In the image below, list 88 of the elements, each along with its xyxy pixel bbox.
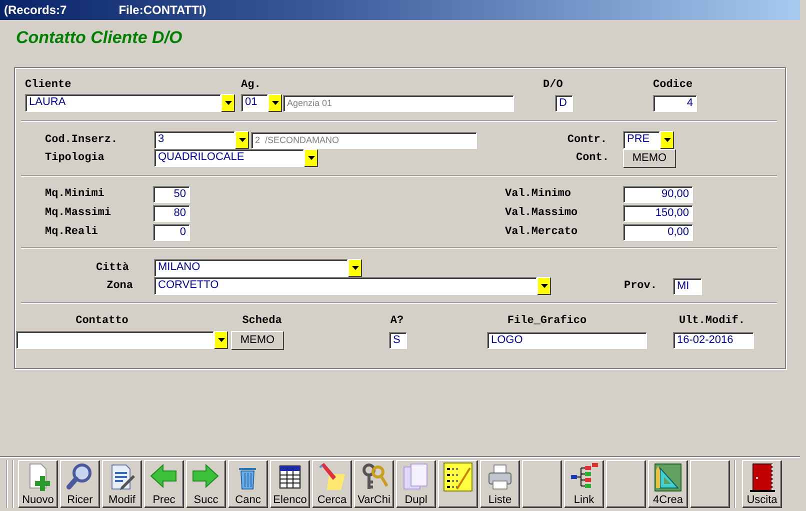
description-field: 2 /SECONDAMANO <box>251 132 477 148</box>
combo-field[interactable]: LAURA <box>25 94 221 112</box>
field-label: Mq.Reali <box>45 225 99 239</box>
caret-icon <box>224 101 232 105</box>
input-field[interactable]: 4 <box>653 94 697 112</box>
dropdown-button[interactable] <box>214 331 228 349</box>
caret-icon <box>352 266 358 270</box>
toolbar-button[interactable]: Elenco <box>270 460 310 508</box>
field-label: Ult.Modif. <box>678 314 746 328</box>
window-title: (Records:7 <box>4 2 67 19</box>
input-field[interactable]: MI <box>673 278 702 294</box>
combo-field[interactable]: PRE <box>623 131 660 149</box>
dropdown-button[interactable] <box>537 277 551 295</box>
input-field[interactable]: 80 <box>153 204 190 222</box>
field-label: Prov. <box>622 279 657 293</box>
combo-field[interactable]: QUADRILOCALE <box>154 149 304 167</box>
caret-icon <box>540 284 548 288</box>
caret-icon <box>218 338 224 342</box>
field-label: Codice <box>653 78 694 92</box>
door-icon <box>747 462 777 492</box>
dropdown-button[interactable] <box>660 131 674 149</box>
toolbar-button[interactable]: Modif <box>102 460 142 508</box>
field-label: Ag. <box>241 78 262 92</box>
dropdown-button[interactable] <box>304 149 318 167</box>
window-title: File:CONTATTI) <box>118 2 206 19</box>
combo-field[interactable]: 01 <box>241 94 268 112</box>
field-label: D/O <box>543 78 564 92</box>
field-label: Cliente <box>25 78 72 92</box>
memo-button[interactable]: MEMO <box>231 330 284 350</box>
input-field[interactable]: 90,00 <box>623 186 693 202</box>
dropdown-button[interactable] <box>221 94 235 112</box>
input-field[interactable]: 16-02-2016 <box>673 332 754 348</box>
input-field[interactable]: 150,00 <box>623 204 693 222</box>
field-label: Mq.Minimi <box>45 187 106 201</box>
memo-button[interactable]: MEMO <box>623 148 676 168</box>
field-label: Cod.Inserz. <box>45 133 119 147</box>
toolbar-button[interactable] <box>606 460 646 508</box>
toolbar-button[interactable]: Succ <box>186 460 226 508</box>
field-label: Contatto <box>74 314 130 328</box>
dropdown-button[interactable] <box>348 259 362 277</box>
set-square-icon <box>653 462 683 492</box>
caret-icon <box>308 156 314 160</box>
toolbar-button[interactable]: Nuovo <box>18 460 58 508</box>
input-field[interactable]: 0 <box>153 224 190 240</box>
toolbar-button[interactable] <box>522 460 562 508</box>
field-label: Cont. <box>574 151 609 165</box>
toolbar-button[interactable]: Cerca <box>312 460 352 508</box>
input-field[interactable]: S <box>389 332 407 348</box>
caret-icon <box>238 138 246 142</box>
field-label: File_Grafico <box>506 314 588 328</box>
form-title: Contatto Cliente D/O <box>16 28 182 47</box>
dropdown-button[interactable] <box>268 94 282 112</box>
toolbar-button[interactable]: VarChi <box>354 460 394 508</box>
combo-field[interactable] <box>16 331 214 349</box>
combo-field[interactable]: MILANO <box>154 259 348 277</box>
input-field[interactable]: LOGO <box>487 332 647 348</box>
caret-icon <box>664 138 670 142</box>
toolbar-button[interactable]: Link <box>564 460 604 508</box>
toolbar-button[interactable]: Prec <box>144 460 184 508</box>
toolbar-button[interactable] <box>690 460 730 508</box>
field-label: Mq.Massimi <box>45 206 112 220</box>
input-field[interactable]: D <box>555 94 573 112</box>
dropdown-button[interactable] <box>235 131 249 149</box>
marker-icon <box>317 462 347 492</box>
checklist-icon <box>443 462 473 492</box>
checklist-button[interactable] <box>438 460 478 508</box>
toolbar-button[interactable]: Uscita <box>742 460 782 508</box>
field-label: Val.Massimo <box>505 206 579 220</box>
combo-field[interactable]: CORVETTO <box>154 277 537 295</box>
input-field[interactable]: 50 <box>153 186 190 202</box>
field-label: Città <box>94 261 129 275</box>
combo-field[interactable]: 3 <box>154 131 235 149</box>
input-field[interactable]: 0,00 <box>623 224 693 240</box>
field-label: Scheda <box>241 314 283 328</box>
caret-icon <box>272 101 278 105</box>
field-label: Contr. <box>566 133 607 147</box>
toolbar-button[interactable]: Ricer <box>60 460 100 508</box>
field-label: A? <box>389 314 405 328</box>
toolbar-button[interactable]: 4Crea <box>648 460 688 508</box>
toolbar-button[interactable]: Canc <box>228 460 268 508</box>
field-label: Val.Minimo <box>505 187 572 201</box>
toolbar-grip[interactable] <box>6 460 14 508</box>
field-label: Val.Mercato <box>505 225 579 239</box>
description-field: Agenzia 01 <box>283 94 514 112</box>
toolbar-button[interactable]: Liste <box>480 460 520 508</box>
field-label: Tipologia <box>45 151 106 165</box>
toolbar-button[interactable]: Dupl <box>396 460 436 508</box>
field-label: Zona <box>106 279 133 293</box>
